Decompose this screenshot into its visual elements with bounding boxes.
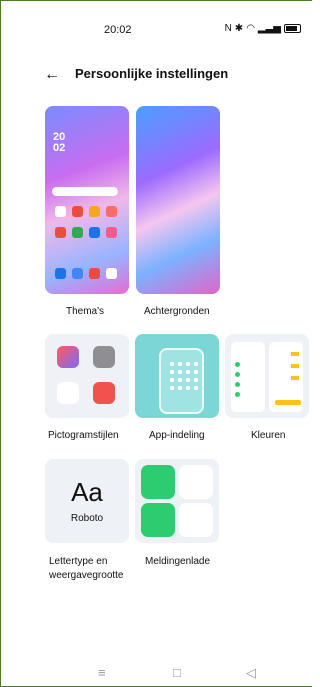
yellow-bar (291, 364, 299, 368)
camera-icon (57, 382, 79, 404)
app-layout-label: App-indeling (149, 430, 205, 441)
nfc-icon: N (224, 23, 232, 34)
bluetooth-icon: ✱ (234, 23, 244, 34)
back-icon[interactable]: ◁ (246, 665, 256, 681)
color-panel-left (231, 342, 265, 412)
themes-label: Thema's (66, 306, 105, 317)
app-icon (72, 206, 83, 217)
wifi-toggle-icon (141, 465, 175, 499)
green-dot (235, 392, 240, 397)
colors-card[interactable] (225, 334, 309, 418)
app-icon (55, 206, 66, 217)
font-name: Roboto (70, 513, 104, 524)
page-title: Persoonlijke instellingen (75, 66, 229, 81)
app-icon (89, 268, 100, 279)
app-icon (89, 206, 100, 217)
app-icon (89, 227, 100, 238)
font-label-line2: weergavegrootte (49, 570, 124, 581)
green-dot (235, 362, 240, 367)
app-icon (106, 268, 117, 279)
status-icons: N ✱ ◠ ▂▃▅ (225, 23, 301, 34)
yellow-bar (291, 352, 299, 356)
wallpapers-card[interactable] (136, 106, 220, 294)
app-grid-icon (159, 348, 204, 414)
green-dot (235, 372, 240, 377)
app-icon (72, 268, 83, 279)
app-icon (55, 268, 66, 279)
font-sample: Aa (71, 477, 103, 507)
wallpapers-label: Achtergronden (144, 306, 210, 317)
icon-styles-card[interactable] (45, 334, 129, 418)
navigation-bar: ≡ □ ◁ (0, 665, 313, 683)
colors-label: Kleuren (251, 430, 286, 441)
themes-card[interactable]: 20 02 (45, 106, 129, 294)
data-toggle-icon (179, 465, 213, 499)
location-toggle-icon (141, 503, 175, 537)
notification-label: Meldingenlade (145, 556, 211, 567)
back-arrow-icon[interactable]: ← (44, 66, 60, 84)
font-label-line1: Lettertype en (49, 556, 108, 567)
yellow-bar (291, 376, 299, 380)
icon-styles-label: Pictogramstijlen (48, 430, 119, 441)
gear-icon (93, 346, 115, 368)
yellow-bar (275, 400, 301, 405)
wifi-icon: ◠ (246, 23, 255, 34)
preview-search-bar (52, 187, 118, 196)
bluetooth-toggle-icon (179, 503, 213, 537)
app-icon (72, 227, 83, 238)
pen-icon (57, 346, 79, 368)
app-icon (55, 227, 66, 238)
menu-icon[interactable]: ≡ (98, 665, 106, 680)
app-icon (106, 206, 117, 217)
signal-icon: ▂▃▅ (257, 23, 281, 34)
notification-panel-card[interactable] (135, 459, 219, 543)
preview-clock: 20 02 (53, 131, 66, 154)
font-card[interactable]: Aa Roboto (45, 459, 129, 543)
home-icon[interactable]: □ (173, 665, 181, 680)
status-time: 20:02 (104, 24, 132, 36)
app-layout-card[interactable] (135, 334, 219, 418)
green-dot (235, 382, 240, 387)
status-bar: 20:02 N ✱ ◠ ▂▃▅ (0, 22, 313, 40)
battery-icon (284, 24, 301, 33)
app-icon (106, 227, 117, 238)
music-icon (93, 382, 115, 404)
